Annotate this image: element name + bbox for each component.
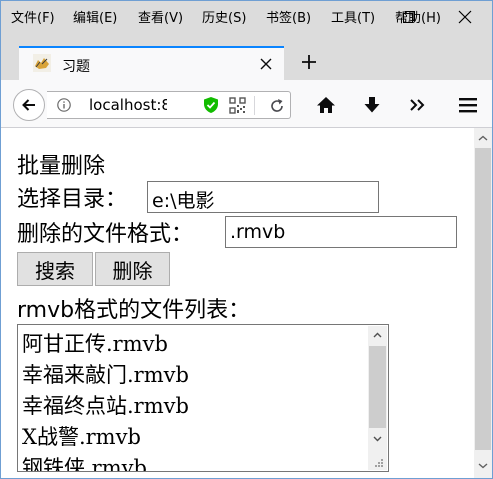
menu-file[interactable]: 文件(F): [11, 7, 55, 26]
home-button[interactable]: [315, 95, 337, 115]
menu-button[interactable]: [457, 95, 479, 115]
downloads-button[interactable]: [361, 95, 383, 115]
navigation-toolbar: localhost:8: [1, 80, 492, 128]
list-item[interactable]: 阿甘正传.rmvb: [22, 328, 168, 358]
close-icon: [260, 58, 272, 70]
browser-window: 文件(F) 编辑(E) 查看(V) 历史(S) 书签(B) 工具(T) 帮助(H…: [0, 0, 493, 479]
qr-code-icon[interactable]: [229, 97, 246, 114]
plus-icon: [302, 55, 316, 69]
file-list-title: rmvb格式的文件列表：: [17, 298, 251, 323]
page-content: 批量删除 选择目录： e:\电影 删除的文件格式： .rmvb 搜索 删除 rm…: [1, 128, 474, 478]
menu-history[interactable]: 历史(S): [202, 7, 246, 26]
download-arrow-icon: [364, 97, 380, 113]
shield-icon[interactable]: [202, 96, 220, 114]
format-input[interactable]: .rmvb: [225, 216, 457, 248]
directory-label: 选择目录：: [17, 187, 128, 212]
menu-bar: 文件(F) 编辑(E) 查看(V) 历史(S) 书签(B) 工具(T) 帮助(H…: [1, 1, 492, 33]
url-bar-separator: [254, 96, 255, 115]
tab-title: 习题: [62, 59, 90, 75]
hamburger-menu-icon: [459, 98, 477, 113]
directory-input[interactable]: e:\电影: [147, 181, 379, 213]
list-item[interactable]: X战警.rmvb: [22, 421, 141, 451]
list-item[interactable]: 钢铁侠.rmvb: [22, 452, 147, 471]
reload-icon[interactable]: [268, 97, 286, 115]
chevron-up-icon[interactable]: [373, 332, 382, 338]
back-button[interactable]: [13, 89, 45, 121]
delete-button[interactable]: 删除: [95, 252, 170, 286]
menu-bookmarks[interactable]: 书签(B): [266, 7, 311, 26]
format-label: 删除的文件格式：: [17, 222, 194, 247]
chevron-down-icon[interactable]: [478, 463, 488, 469]
list-item[interactable]: 幸福来敲门.rmvb: [22, 359, 189, 389]
tab-strip: 习题: [1, 33, 492, 80]
list-scrollbar-thumb[interactable]: [369, 346, 386, 428]
menu-tools[interactable]: 工具(T): [331, 7, 375, 26]
new-tab-button[interactable]: [297, 50, 321, 74]
page-scrollbar-thumb[interactable]: [475, 148, 491, 450]
close-icon: [458, 10, 472, 24]
list-item[interactable]: 幸福终点站.rmvb: [22, 390, 189, 420]
url-text[interactable]: localhost:8: [89, 96, 167, 114]
menu-edit[interactable]: 编辑(E): [73, 7, 117, 26]
resize-grip-icon[interactable]: [374, 458, 384, 468]
back-arrow-icon: [22, 99, 35, 111]
close-window-button[interactable]: [453, 5, 477, 29]
page-scrollbar[interactable]: [474, 128, 492, 478]
list-scrollbar[interactable]: [368, 326, 387, 470]
tab-active[interactable]: 习题: [19, 46, 284, 80]
page-heading: 批量删除: [17, 154, 106, 179]
home-icon: [317, 97, 335, 113]
info-icon[interactable]: [57, 98, 71, 112]
menu-view[interactable]: 查看(V): [138, 7, 183, 26]
tab-close-button[interactable]: [256, 54, 276, 74]
search-button[interactable]: 搜索: [17, 252, 93, 286]
double-chevron-right-icon: [410, 99, 425, 111]
overflow-button[interactable]: [407, 95, 429, 115]
chevron-up-icon[interactable]: [478, 135, 488, 141]
file-list[interactable]: 阿甘正传.rmvb 幸福来敲门.rmvb 幸福终点站.rmvb X战警.rmvb…: [17, 324, 389, 472]
tomcat-favicon-icon: [33, 54, 51, 72]
chevron-down-icon[interactable]: [373, 436, 382, 442]
restore-icon: [403, 11, 415, 23]
url-bar[interactable]: localhost:8: [47, 91, 291, 119]
restore-window-button[interactable]: [397, 5, 421, 29]
